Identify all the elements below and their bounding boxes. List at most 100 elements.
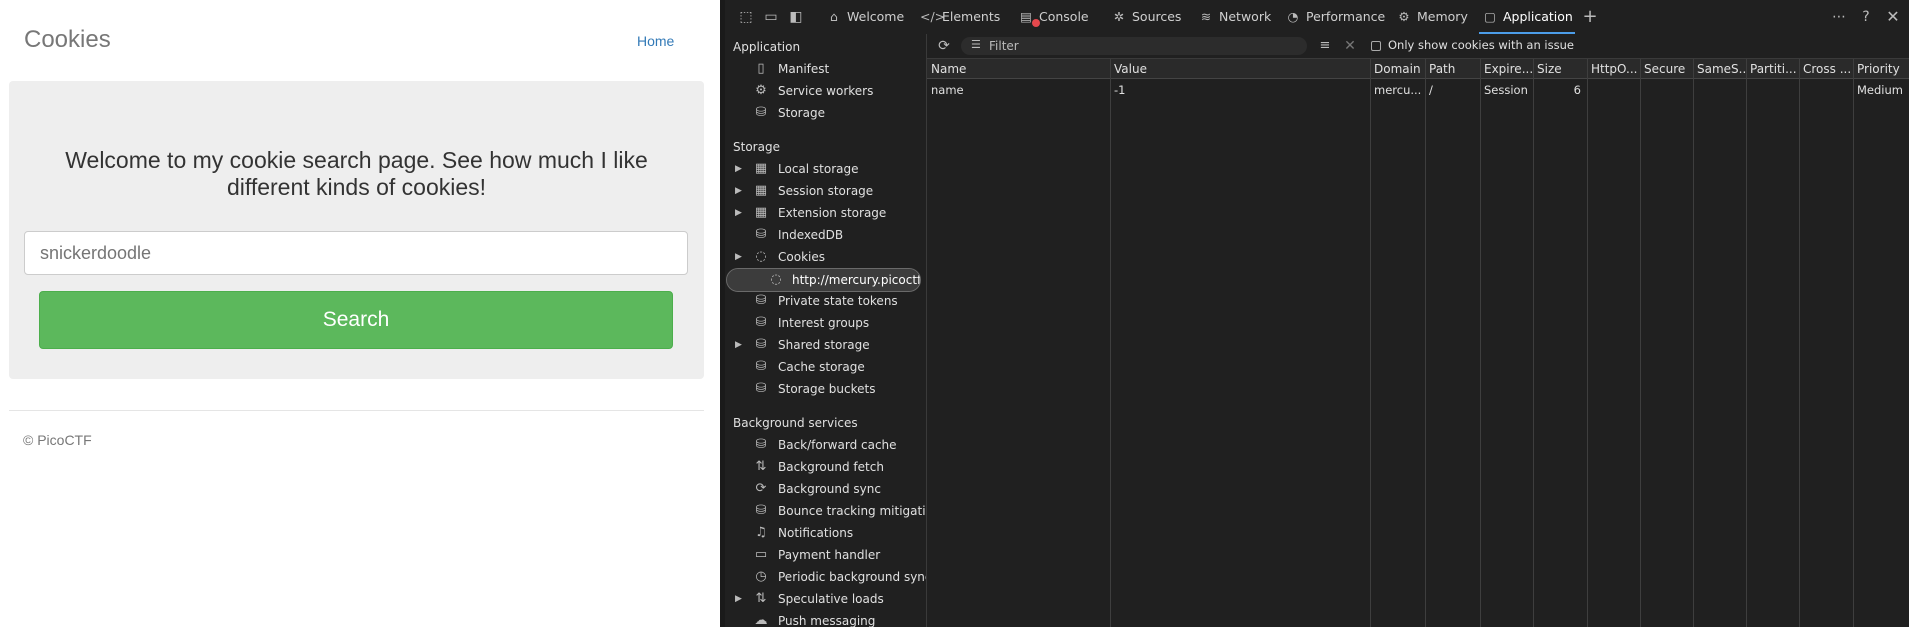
filter-icon: ☰ [971,38,981,51]
gauge-icon: ◔ [1287,9,1299,24]
column-header-priority[interactable]: Priority [1853,59,1909,79]
cookie-priority-cell[interactable]: Medium [1853,80,1909,100]
column-divider [1693,59,1694,627]
column-header-partition[interactable]: Partiti... [1746,59,1799,79]
device-emulation-icon[interactable]: ▭ [762,8,780,26]
refresh-icon[interactable]: ⟳ [935,37,953,55]
cookie-value-cell[interactable]: -1 [1110,80,1370,100]
sidebar-item-payment-handler[interactable]: ▭ Payment handler [725,544,926,566]
code-icon: </> [920,9,946,24]
only-issues-checkbox[interactable] [1371,41,1381,51]
cookie-icon: ◌ [755,249,767,264]
console-icon: ▤ [1020,9,1032,24]
inspect-element-icon[interactable]: ⬚ [737,8,755,26]
column-header-cross-site[interactable]: Cross ... [1799,59,1853,79]
tab-console[interactable]: ▤ Console [1017,0,1089,34]
column-header-path[interactable]: Path [1425,59,1480,79]
sidebar-item-manifest[interactable]: ▯ Manifest [725,58,926,80]
sidebar-item-extension-storage[interactable]: ▶ ▦ Extension storage [725,202,926,224]
expand-arrow-icon[interactable]: ▶ [735,158,742,180]
app-icon: ▢ [1484,9,1496,24]
expand-arrow-icon[interactable]: ▶ [735,202,742,224]
sidebar-item-service-workers[interactable]: ⚙ Service workers [725,80,926,102]
expand-arrow-icon[interactable]: ▶ [735,588,742,610]
tab-performance[interactable]: ◔ Performance [1284,0,1386,34]
gear-document-icon: ⚙ [755,83,767,98]
sidebar-item-shared-storage[interactable]: ▶ ⛁ Shared storage [725,334,926,356]
sidebar-item-indexeddb[interactable]: ⛁ IndexedDB [725,224,926,246]
database-icon: ⛁ [755,227,767,242]
filter-input[interactable]: ☰ Filter [961,37,1307,55]
column-header-domain[interactable]: Domain [1370,59,1425,79]
cookie-icon: ◌ [770,272,782,287]
sidebar-item-cookie-origin[interactable]: ◌http://mercury.picoctf.... [726,268,921,292]
cookie-name-cell[interactable]: name [927,80,1110,100]
sidebar-item-periodic-sync[interactable]: ◷ Periodic background sync [725,566,926,588]
help-icon[interactable]: ? [1857,8,1875,26]
tab-application[interactable]: ▢ Application [1479,0,1575,34]
sidebar-item-interest-groups[interactable]: ⛁ Interest groups [725,312,926,334]
section-application: Application [733,40,801,54]
cookies-table: Name Value Domain Path Expire... Size Ht… [927,59,1909,627]
tab-elements[interactable]: </>Elements [920,0,1000,34]
chip-icon: ⚙ [1398,9,1410,24]
devtools-panel: ⬚ ▭ ◧ ⌂ Welcome </>Elements ▤ Console ✲ Sou… [725,0,1909,627]
sidebar-item-background-sync[interactable]: ⟳ Background sync [725,478,926,500]
expand-arrow-icon[interactable]: ▶ [735,246,742,268]
tab-welcome[interactable]: ⌂ Welcome [825,0,904,34]
expand-arrow-icon[interactable]: ▶ [735,334,742,356]
tab-network[interactable]: ≋ Network [1197,0,1271,34]
tab-memory[interactable]: ⚙ Memory [1395,0,1467,34]
page-brand[interactable]: Cookies [24,26,111,54]
sidebar-item-bounce-tracking[interactable]: ⛁ Bounce tracking mitigati... [725,500,926,522]
delete-selected-icon[interactable]: ✕ [1341,37,1359,55]
database-icon: ⛁ [755,503,767,518]
search-button[interactable]: Search [39,291,673,349]
column-header-size[interactable]: Size [1533,59,1587,79]
document-icon: ▯ [757,61,765,76]
sync-icon: ⟳ [755,481,767,496]
column-header-name[interactable]: Name [927,59,1110,79]
sidebar-item-local-storage[interactable]: ▶ ▦ Local storage [725,158,926,180]
card-icon: ▭ [754,547,768,562]
dock-side-icon[interactable]: ◧ [787,8,805,26]
cookie-search-input[interactable] [24,231,688,275]
tab-sources[interactable]: ✲ Sources [1110,0,1182,34]
grid-icon: ▦ [754,161,768,176]
sidebar-item-storage[interactable]: ⛁ Storage [725,102,926,124]
footer-divider [9,410,704,411]
footer-text: © PicoCTF [23,432,92,448]
sidebar-item-cookies[interactable]: ▶ ◌ Cookies [725,246,926,268]
cookie-path-cell[interactable]: / [1425,80,1480,100]
column-divider [1640,59,1641,627]
up-down-arrows-icon: ⇅ [755,591,767,606]
column-divider [1370,59,1371,627]
sidebar-item-back-forward-cache[interactable]: ⛁ Back/forward cache [725,434,926,456]
column-header-samesite[interactable]: SameS... [1693,59,1746,79]
close-devtools-icon[interactable]: ✕ [1884,8,1902,26]
cookie-size-cell[interactable]: 6 [1533,80,1587,100]
clear-all-cookies-icon[interactable]: ≡ [1316,37,1334,55]
column-divider [1425,59,1426,627]
clock-icon: ◷ [755,569,767,584]
sidebar-item-session-storage[interactable]: ▶ ▦ Session storage [725,180,926,202]
sidebar-item-cache-storage[interactable]: ⛁ Cache storage [725,356,926,378]
database-icon: ⛁ [755,337,767,352]
expand-arrow-icon[interactable]: ▶ [735,180,742,202]
column-header-expires[interactable]: Expire... [1480,59,1533,79]
column-header-secure[interactable]: Secure [1640,59,1693,79]
cookie-domain-cell[interactable]: mercu... [1370,80,1425,100]
add-tab-icon[interactable]: + [1581,8,1599,26]
more-options-icon[interactable]: ⋯ [1830,8,1848,26]
column-header-httponly[interactable]: HttpO... [1587,59,1640,79]
nav-home-link[interactable]: Home [637,33,674,49]
sidebar-item-push-messaging[interactable]: ☁ Push messaging [725,610,926,627]
sidebar-item-background-fetch[interactable]: ⇅ Background fetch [725,456,926,478]
sidebar-item-private-state-tokens[interactable]: ⛁ Private state tokens [725,290,926,312]
sidebar-item-storage-buckets[interactable]: ⛁ Storage buckets [725,378,926,400]
column-header-value[interactable]: Value [1110,59,1370,79]
cookie-expires-cell[interactable]: Session [1480,80,1533,100]
sidebar-item-speculative-loads[interactable]: ▶ ⇅ Speculative loads [725,588,926,610]
sidebar-item-notifications[interactable]: ♫ Notifications [725,522,926,544]
webpage: Cookies Home Welcome to my cookie search… [0,0,720,627]
